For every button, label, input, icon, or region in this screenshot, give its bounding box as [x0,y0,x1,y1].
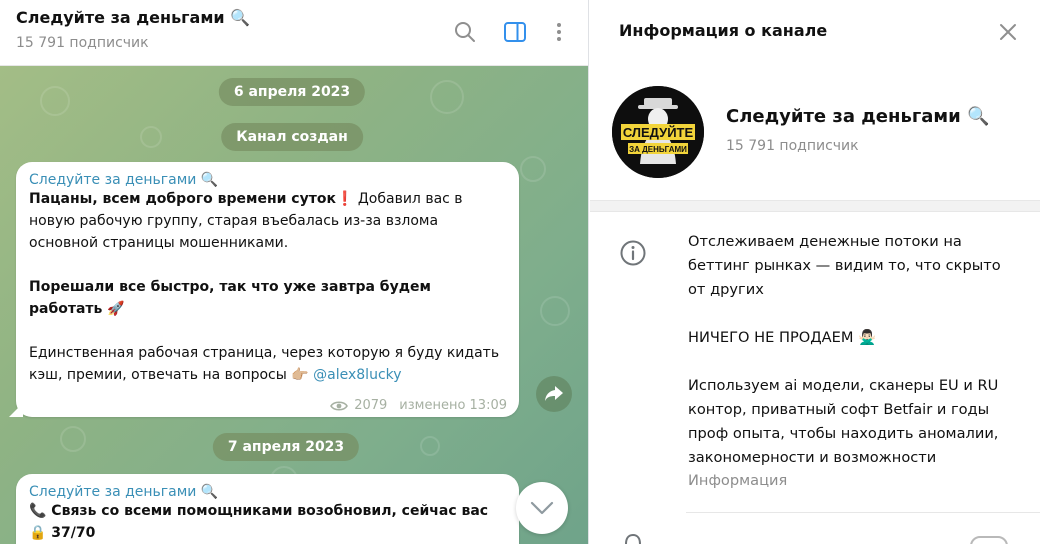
close-button[interactable] [994,18,1022,46]
date-separator: 6 апреля 2023 [218,78,366,106]
description-label: Информация [688,472,788,489]
toggle-sidebar-button[interactable] [501,18,529,46]
message-bubble[interactable]: Следуйте за деньгами 🔍 Пацаны, всем добр… [9,162,519,417]
info-header: Информация о канале [590,0,1040,62]
channel-info-panel: Информация о канале СЛЕДУЙТЕ ЗА ДЕНЬГАМИ… [590,0,1040,544]
message-author[interactable]: Следуйте за деньгами 🔍 [29,484,506,500]
message-bubble[interactable]: Следуйте за деньгами 🔍 📞 Связь со всеми … [16,474,519,544]
notifications-toggle[interactable] [970,536,1008,544]
date-separator: 7 апреля 2023 [212,433,360,461]
message-bold-text: 📞 Связь со всеми помощниками возобновил,… [29,503,489,519]
search-icon [455,22,475,42]
chat-title[interactable]: Следуйте за деньгами 🔍 [16,8,250,27]
chat-panel: Следуйте за деньгами 🔍 15 791 подписчик [0,0,589,544]
service-message: Канал создан [221,123,363,151]
eye-icon [330,400,349,411]
username-link[interactable]: @alex8lucky [313,367,401,383]
info-title: Информация о канале [619,21,828,40]
more-options-button[interactable] [545,18,573,46]
forward-button[interactable] [536,376,572,412]
info-icon [620,240,646,266]
edited-time: изменено 13:09 [399,398,507,413]
view-count: 2079 [354,398,388,413]
message-text: 📞 Связь со всеми помощниками возобновил,… [29,500,506,544]
message-bold-text: Пацаны, всем доброго времени суток❗️ [29,191,354,207]
search-button[interactable] [451,18,479,46]
channel-avatar[interactable]: СЛЕДУЙТЕ ЗА ДЕНЬГАМИ [612,86,704,178]
avatar-text-bottom: ЗА ДЕНЬГАМИ [629,145,687,154]
section-divider [590,200,1040,212]
message-author[interactable]: Следуйте за деньгами 🔍 [29,172,506,188]
message-text-part: Единственная рабочая страница, через кот… [29,345,500,383]
channel-name: Следуйте за деньгами 🔍 [726,106,990,127]
message-text: Пацаны, всем доброго времени суток❗️ Доб… [29,188,506,386]
message-bold-text: Порешали все быстро, так что уже завтра … [29,279,431,317]
channel-subscriber-count: 15 791 подписчик [726,138,859,154]
channel-description[interactable]: Отслеживаем денежные потоки на беттинг р… [688,230,1018,470]
chat-header[interactable]: Следуйте за деньгами 🔍 15 791 подписчик [0,0,588,66]
avatar-text-top: СЛЕДУЙТЕ [623,125,694,140]
scroll-to-bottom-button[interactable] [516,482,568,534]
chat-subscriber-count: 15 791 подписчик [16,35,149,51]
more-vertical-icon [557,23,561,41]
row-divider [686,512,1040,513]
description-paragraph: Используем ai модели, сканеры EU и RU ко… [688,377,999,466]
avatar-logo: СЛЕДУЙТЕ ЗА ДЕНЬГАМИ [612,86,704,178]
description-paragraph: НИЧЕГО НЕ ПРОДАЕМ 🙅🏻‍♂️ [688,329,877,346]
bell-icon [625,533,641,544]
forward-icon [545,386,563,401]
message-meta: 2079 изменено 13:09 [330,398,507,413]
sidebar-icon [504,22,526,42]
close-icon [1000,24,1016,40]
message-bold-text: 🔒 37/70 [29,525,96,541]
description-paragraph: Отслеживаем денежные потоки на беттинг р… [688,233,1001,298]
chevron-down-icon [530,501,554,515]
